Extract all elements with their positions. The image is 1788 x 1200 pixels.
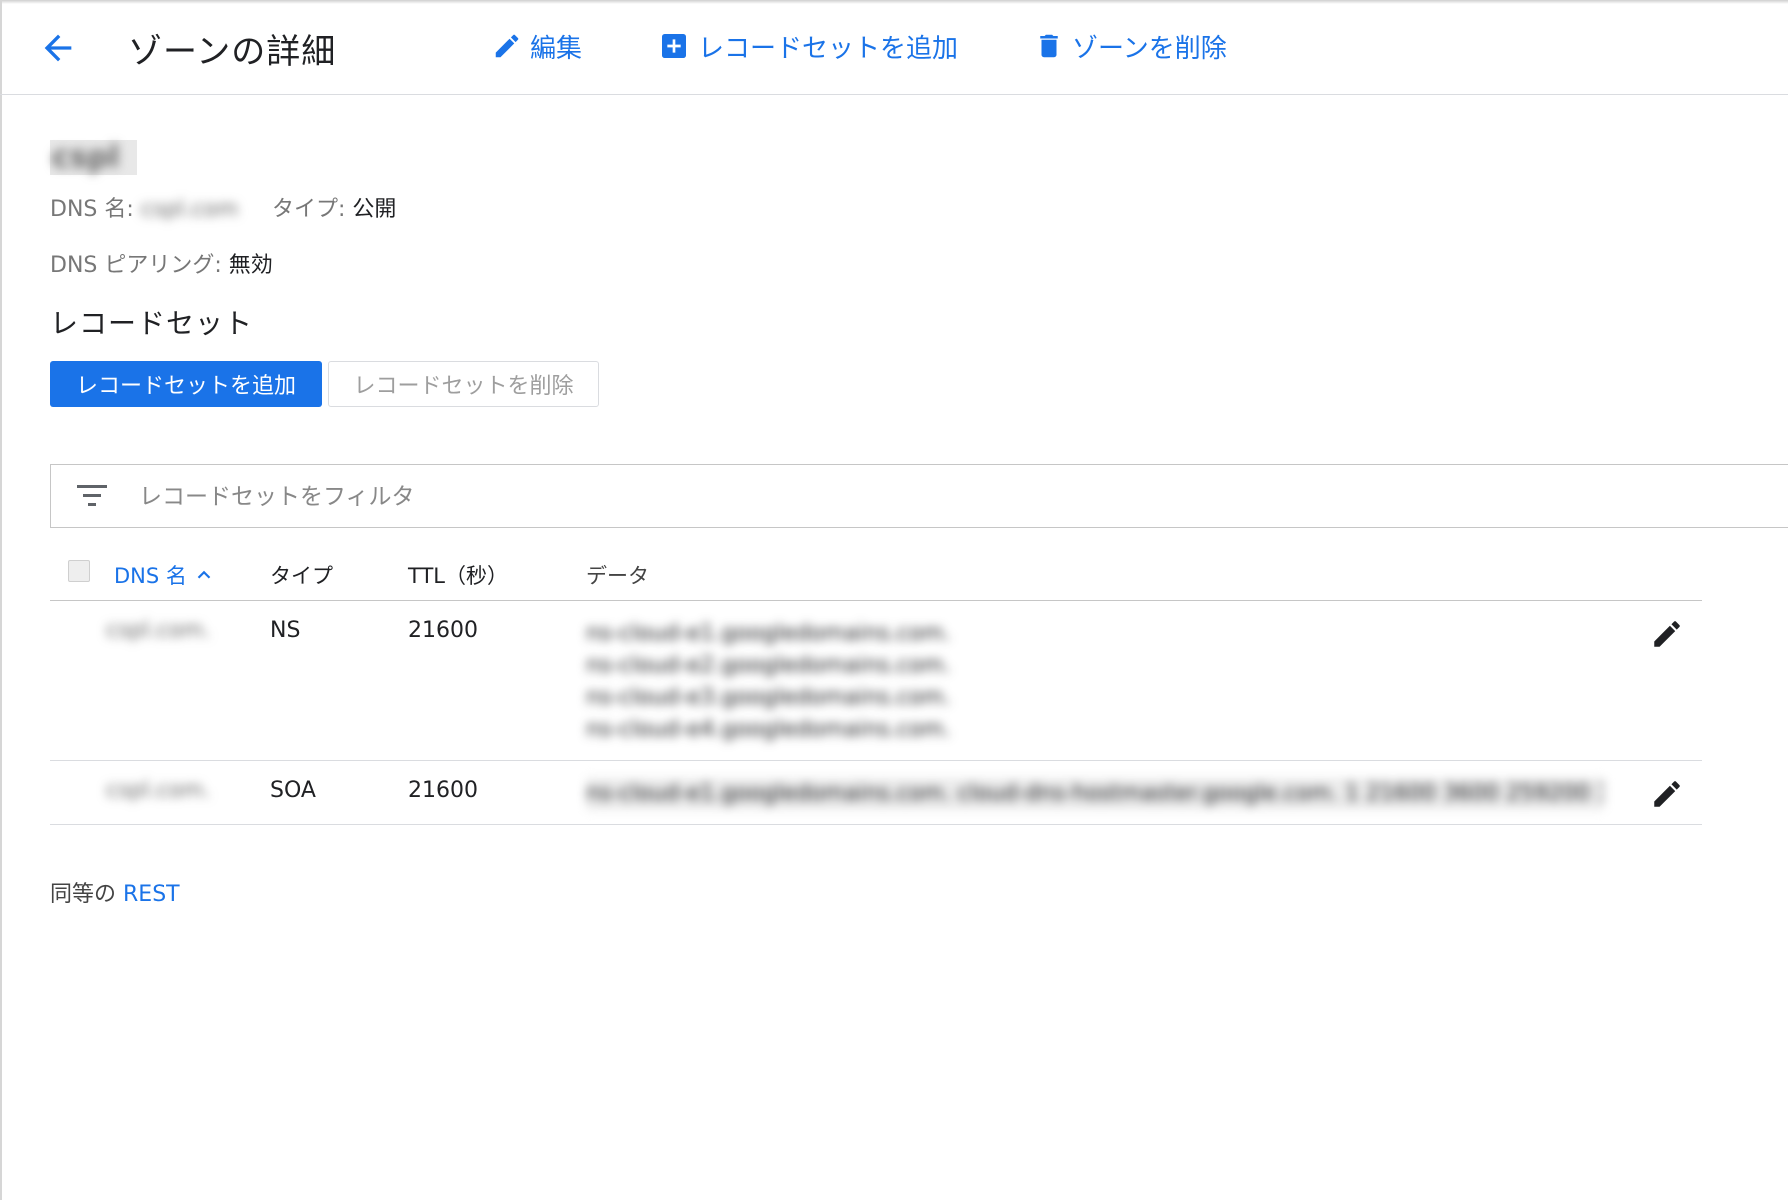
record-type: NS [270, 618, 301, 643]
record-data: ns-cloud-e1.googledomains.com. cloud-dns… [586, 778, 1604, 810]
add-box-icon [662, 34, 686, 58]
delete-zone-button[interactable]: ゾーンを削除 [1034, 26, 1227, 66]
filter-bar [50, 464, 1788, 528]
dns-name-label: DNS 名: [50, 197, 134, 222]
table-row: cspl.com. NS 21600 ns-cloud-e1.googledom… [50, 601, 1702, 761]
sort-ascending-icon [197, 570, 211, 579]
column-header-ttl: TTL（秒） [408, 564, 508, 588]
arrow-back-icon[interactable] [38, 28, 78, 68]
dns-peering-value: 無効 [228, 253, 273, 278]
record-data-line: ns-cloud-e1.googledomains.com. [586, 621, 951, 646]
column-header-dns-name[interactable]: DNS 名 [114, 560, 215, 590]
table-row: cspl.com. SOA 21600 ns-cloud-e1.googledo… [50, 761, 1702, 825]
record-dns-name: cspl.com. [106, 618, 211, 643]
select-all-checkbox[interactable] [68, 560, 90, 582]
record-data-line: ns-cloud-e4.googledomains.com. [586, 717, 951, 742]
zone-type-meta: タイプ: 公開 [272, 191, 396, 223]
record-type: SOA [270, 778, 316, 803]
record-sets-title: レコードセット [50, 307, 254, 340]
dns-peering-meta: DNS ピアリング: 無効 [50, 247, 273, 279]
pencil-icon [495, 34, 519, 58]
zone-type-value: 公開 [352, 197, 397, 222]
rest-link[interactable]: REST [123, 882, 180, 907]
column-header-type: タイプ [270, 564, 333, 588]
edit-button-label: 編集 [530, 33, 583, 64]
table-header: DNS 名 タイプ TTL（秒） データ [50, 550, 1702, 601]
record-ttl: 21600 [408, 778, 478, 803]
dns-peering-label: DNS ピアリング: [50, 253, 222, 278]
page-header: ゾーンの詳細 編集 レコードセットを追加 ゾーンを削除 [0, 0, 1788, 95]
add-record-set-header-label: レコードセットを追加 [698, 33, 959, 64]
pencil-icon[interactable] [1650, 777, 1684, 811]
add-record-set-header-button[interactable]: レコードセットを追加 [658, 26, 958, 66]
delete-zone-label: ゾーンを削除 [1072, 33, 1227, 64]
edit-button[interactable]: 編集 [492, 26, 582, 66]
zone-name: cspl [50, 140, 138, 175]
dns-name-meta: DNS 名: cspl.com [50, 191, 238, 223]
record-ttl: 21600 [408, 618, 478, 643]
filter-input[interactable] [137, 475, 1641, 519]
add-record-set-button[interactable]: レコードセットを追加 [50, 361, 322, 407]
window-left-border [0, 0, 2, 1200]
record-data: ns-cloud-e1.googledomains.com. ns-cloud-… [586, 618, 951, 746]
delete-record-set-button: レコードセットを削除 [328, 361, 599, 407]
filter-icon [77, 483, 107, 513]
dns-name-value: cspl.com [140, 197, 239, 222]
record-data-line: ns-cloud-e2.googledomains.com. [586, 653, 951, 678]
page-title: ゾーンの詳細 [128, 32, 337, 72]
footer: 同等の REST [50, 876, 180, 908]
trash-icon [1040, 34, 1058, 58]
zone-type-label: タイプ: [272, 197, 346, 222]
record-data-line: ns-cloud-e1.googledomains.com. cloud-dns… [586, 778, 1604, 810]
record-data-line: ns-cloud-e3.googledomains.com. [586, 685, 951, 710]
column-header-data: データ [586, 564, 649, 588]
pencil-icon[interactable] [1650, 617, 1684, 651]
footer-prefix: 同等の [50, 882, 117, 907]
record-dns-name: cspl.com. [106, 778, 211, 803]
